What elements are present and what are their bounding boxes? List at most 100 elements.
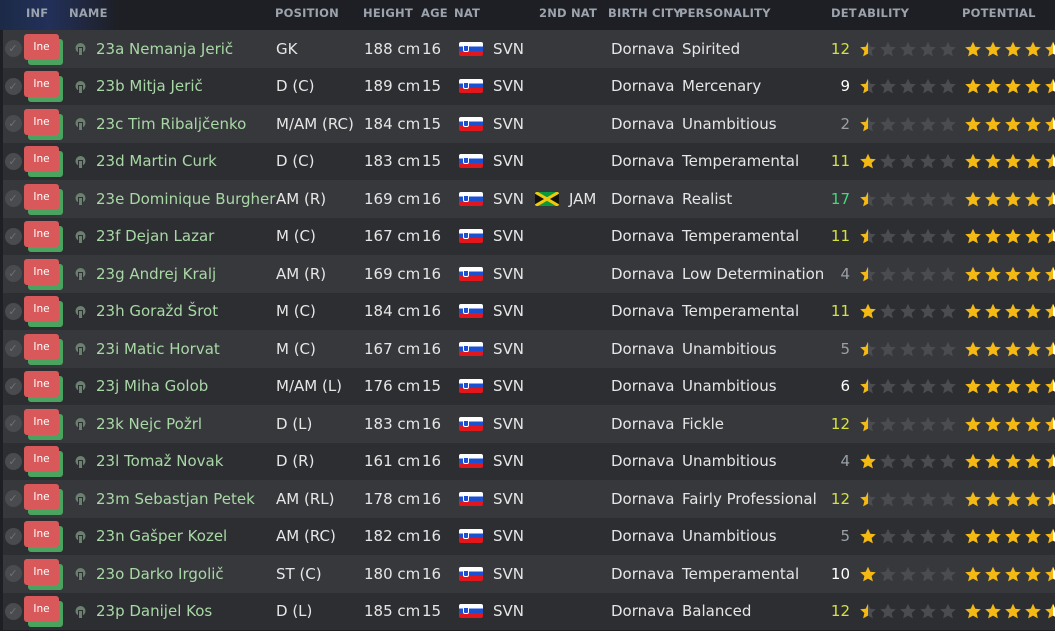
inf-badge[interactable]: Ine [24, 446, 64, 478]
player-name[interactable]: 23m Sebastjan Petek [96, 490, 255, 508]
inf-badge[interactable]: Ine [24, 483, 64, 515]
potential-star-icon [1025, 491, 1041, 507]
player-name[interactable]: 23i Matic Horvat [96, 340, 220, 358]
col-header-potential[interactable]: POTENTIAL [962, 6, 1036, 20]
table-row[interactable]: ✓ Ine 23k Nejc Požrl D (L) 183 cm 16 SVN… [3, 405, 1055, 443]
player-name-cell[interactable]: 23c Tim Ribaljčenko [74, 105, 246, 143]
player-name-cell[interactable]: 23e Dominique Burgher [74, 180, 275, 218]
player-name[interactable]: 23o Darko Irgolič [96, 565, 224, 583]
player-name-cell[interactable]: 23n Gašper Kozel [74, 518, 227, 556]
col-header-nat[interactable]: NAT [454, 6, 480, 20]
table-row[interactable]: ✓ Ine 23j Miha Golob M/AM (L) 176 cm 15 … [3, 367, 1055, 406]
table-row[interactable]: ✓ Ine 23g Andrej Kralj AM (R) 169 cm 16 … [3, 255, 1055, 293]
inf-badge[interactable]: Ine [24, 221, 64, 253]
inf-badge[interactable]: Ine [24, 296, 64, 328]
select-checkbox[interactable]: ✓ [3, 405, 23, 443]
player-name-cell[interactable]: 23p Danijel Kos [74, 593, 212, 631]
player-name-cell[interactable]: 23l Tomaž Novak [74, 443, 223, 481]
table-row[interactable]: ✓ Ine 23d Martin Curk D (C) 183 cm 15 SV… [3, 142, 1055, 181]
player-name[interactable]: 23g Andrej Kralj [96, 265, 216, 283]
inf-badge[interactable]: Ine [24, 371, 64, 403]
position: M (C) [276, 339, 316, 358]
select-checkbox[interactable]: ✓ [3, 180, 23, 218]
table-row[interactable]: ✓ Ine 23i Matic Horvat M (C) 167 cm 16 S… [3, 330, 1055, 368]
select-checkbox[interactable]: ✓ [3, 555, 23, 593]
select-checkbox[interactable]: ✓ [3, 105, 23, 143]
table-row[interactable]: ✓ Ine 23l Tomaž Novak D (R) 161 cm 16 SV… [3, 442, 1055, 481]
inf-badge[interactable]: Ine [24, 558, 64, 590]
select-checkbox[interactable]: ✓ [3, 593, 23, 631]
position: D (C) [276, 77, 315, 96]
player-name[interactable]: 23a Nemanja Jerič [96, 40, 233, 58]
table-row[interactable]: ✓ Ine 23o Darko Irgolič ST (C) 180 cm 16… [3, 555, 1055, 593]
player-name[interactable]: 23j Miha Golob [96, 377, 208, 395]
inf-badge[interactable]: Ine [24, 408, 64, 440]
select-checkbox[interactable]: ✓ [3, 255, 23, 293]
player-name[interactable]: 23p Danijel Kos [96, 602, 212, 620]
select-checkbox[interactable]: ✓ [3, 368, 23, 406]
player-name[interactable]: 23n Gašper Kozel [96, 527, 227, 545]
player-name-cell[interactable]: 23i Matic Horvat [74, 330, 220, 368]
col-header-birth-city[interactable]: BIRTH CITY [608, 6, 682, 20]
table-row[interactable]: ✓ Ine 23a Nemanja Jerič GK 188 cm 16 SVN… [3, 30, 1055, 68]
col-header-position[interactable]: POSITION [275, 6, 339, 20]
ability-stars [859, 518, 959, 556]
col-header-age[interactable]: AGE [421, 6, 448, 20]
inf-badge[interactable]: Ine [24, 33, 64, 65]
table-row[interactable]: ✓ Ine 23n Gašper Kozel AM (RC) 182 cm 16… [3, 517, 1055, 556]
table-row[interactable]: ✓ Ine 23b Mitja Jerič D (C) 189 cm 15 SV… [3, 67, 1055, 106]
player-name-cell[interactable]: 23d Martin Curk [74, 143, 217, 181]
select-checkbox[interactable]: ✓ [3, 68, 23, 106]
check-icon: ✓ [4, 190, 22, 208]
player-name[interactable]: 23f Dejan Lazar [96, 227, 214, 245]
player-name-cell[interactable]: 23o Darko Irgolič [74, 555, 224, 593]
col-header-det[interactable]: DET [831, 6, 857, 20]
inf-badge[interactable]: Ine [24, 521, 64, 553]
col-header-name[interactable]: NAME [69, 6, 108, 20]
select-checkbox[interactable]: ✓ [3, 480, 23, 518]
inf-badge[interactable]: Ine [24, 333, 64, 365]
select-checkbox[interactable]: ✓ [3, 218, 23, 256]
player-name-cell[interactable]: 23f Dejan Lazar [74, 218, 214, 256]
select-checkbox[interactable]: ✓ [3, 518, 23, 556]
col-header-personality[interactable]: PERSONALITY [679, 6, 771, 20]
inf-badge[interactable]: Ine [24, 596, 64, 628]
player-name-cell[interactable]: 23k Nejc Požrl [74, 405, 202, 443]
player-name[interactable]: 23l Tomaž Novak [96, 452, 223, 470]
inf-badge[interactable]: Ine [24, 108, 64, 140]
table-row[interactable]: ✓ Ine 23h Goraž​d Šrot M (C) 184 cm 16 S… [3, 292, 1055, 331]
select-checkbox[interactable]: ✓ [3, 293, 23, 331]
select-checkbox[interactable]: ✓ [3, 30, 23, 68]
player-name-cell[interactable]: 23g Andrej Kralj [74, 255, 216, 293]
inf-badge[interactable]: Ine [24, 258, 64, 290]
player-name[interactable]: 23b Mitja Jerič [96, 77, 203, 95]
player-name[interactable]: 23k Nejc Požrl [96, 415, 202, 433]
player-name-cell[interactable]: 23m Sebastjan Petek [74, 480, 255, 518]
inf-badge[interactable]: Ine [24, 146, 64, 178]
inf-badge[interactable]: Ine [24, 183, 64, 215]
player-name-cell[interactable]: 23j Miha Golob [74, 368, 208, 406]
player-name[interactable]: 23c Tim Ribaljčenko [96, 115, 246, 133]
player-name-cell[interactable]: 23a Nemanja Jerič [74, 30, 233, 68]
player-name-cell[interactable]: 23h Goraž​d Šrot [74, 293, 218, 331]
table-row[interactable]: ✓ Ine 23e Dominique Burgher AM (R) 169 c… [3, 180, 1055, 218]
ability-stars [859, 593, 959, 631]
select-checkbox[interactable]: ✓ [3, 143, 23, 181]
col-header-ability[interactable]: ABILITY [858, 6, 909, 20]
nationality-code: SVN [493, 39, 525, 58]
player-name-cell[interactable]: 23b Mitja Jerič [74, 68, 203, 106]
inf-badge[interactable]: Ine [24, 71, 64, 103]
col-header-2nd-nat[interactable]: 2ND NAT [539, 6, 597, 20]
table-row[interactable]: ✓ Ine 23c Tim Ribaljčenko M/AM (RC) 184 … [3, 105, 1055, 143]
potential-star-icon [965, 191, 981, 207]
player-name[interactable]: 23h Goraž​d Šrot [96, 302, 218, 320]
table-row[interactable]: ✓ Ine 23f Dejan Lazar M (C) 167 cm 16 SV… [3, 217, 1055, 256]
select-checkbox[interactable]: ✓ [3, 330, 23, 368]
select-checkbox[interactable]: ✓ [3, 443, 23, 481]
table-row[interactable]: ✓ Ine 23p Danijel Kos D (L) 185 cm 15 SV… [3, 592, 1055, 631]
player-name[interactable]: 23e Dominique Burgher [96, 190, 275, 208]
table-row[interactable]: ✓ Ine 23m Sebastjan Petek AM (RL) 178 cm… [3, 480, 1055, 518]
col-header-inf[interactable]: INF [26, 6, 48, 20]
col-header-height[interactable]: HEIGHT [363, 6, 413, 20]
player-name[interactable]: 23d Martin Curk [96, 152, 217, 170]
